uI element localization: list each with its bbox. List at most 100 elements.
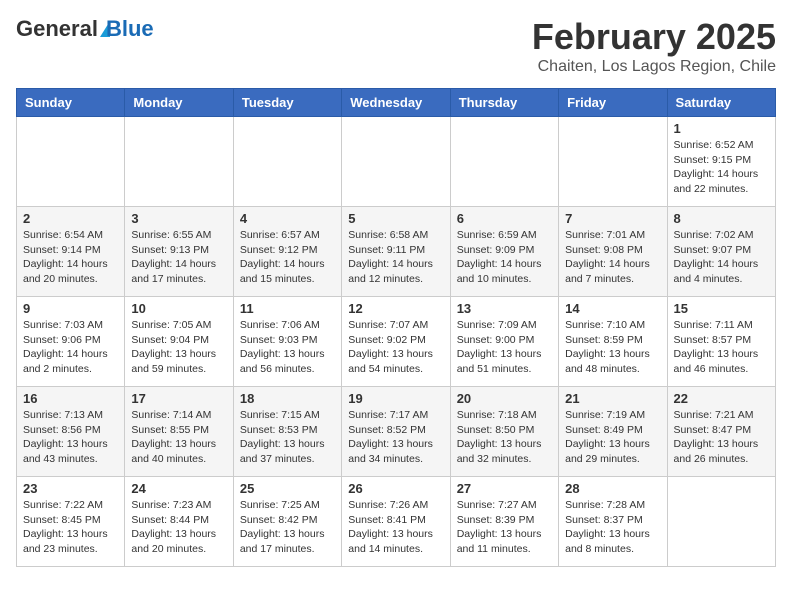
day-info: Sunrise: 7:11 AM Sunset: 8:57 PM Dayligh… — [674, 318, 769, 377]
calendar-cell: 20Sunrise: 7:18 AM Sunset: 8:50 PM Dayli… — [450, 387, 558, 477]
day-info: Sunrise: 7:02 AM Sunset: 9:07 PM Dayligh… — [674, 228, 769, 287]
day-info: Sunrise: 7:13 AM Sunset: 8:56 PM Dayligh… — [23, 408, 118, 467]
day-number: 2 — [23, 211, 118, 226]
day-number: 28 — [565, 481, 660, 496]
day-number: 10 — [131, 301, 226, 316]
calendar-week-row: 23 Sunrise: 7:22 AM Sunset: 8:45 PM Dayli… — [17, 477, 776, 567]
calendar-day-header: Friday — [559, 89, 667, 117]
day-info: Sunrise: 6:55 AM Sunset: 9:13 PM Dayligh… — [131, 228, 226, 287]
day-info: Sunrise: 7:26 AM Sunset: 8:41 PM Dayligh… — [348, 498, 443, 557]
calendar-cell — [559, 117, 667, 207]
calendar-day-header: Tuesday — [233, 89, 341, 117]
calendar-cell: 15 Sunrise: 7:11 AM Sunset: 8:57 PM Dayli… — [667, 297, 775, 387]
day-info: Sunrise: 7:01 AM Sunset: 9:08 PM Dayligh… — [565, 228, 660, 287]
logo: General Blue — [16, 16, 154, 42]
day-info: Sunrise: 7:07 AM Sunset: 9:02 PM Dayligh… — [348, 318, 443, 377]
day-number: 4 — [240, 211, 335, 226]
day-number: 23 — [23, 481, 118, 496]
day-info: Sunrise: 7:09 AM Sunset: 9:00 PM Dayligh… — [457, 318, 552, 377]
calendar-day-header: Thursday — [450, 89, 558, 117]
calendar-cell: 6 Sunrise: 6:59 AM Sunset: 9:09 PM Daylig… — [450, 207, 558, 297]
logo-general-text: General — [16, 16, 98, 42]
day-number: 17 — [131, 391, 226, 406]
day-number: 6 — [457, 211, 552, 226]
calendar-day-header: Saturday — [667, 89, 775, 117]
day-info: Sunrise: 7:06 AM Sunset: 9:03 PM Dayligh… — [240, 318, 335, 377]
calendar-cell: 10Sunrise: 7:05 AM Sunset: 9:04 PM Dayli… — [125, 297, 233, 387]
day-number: 11 — [240, 301, 335, 316]
calendar-header-row: SundayMondayTuesdayWednesdayThursdayFrid… — [17, 89, 776, 117]
day-info: Sunrise: 7:10 AM Sunset: 8:59 PM Dayligh… — [565, 318, 660, 377]
calendar-cell: 27 Sunrise: 7:27 AM Sunset: 8:39 PM Dayli… — [450, 477, 558, 567]
day-number: 18 — [240, 391, 335, 406]
calendar-cell: 17 Sunrise: 7:14 AM Sunset: 8:55 PM Dayli… — [125, 387, 233, 477]
calendar-cell: 18 Sunrise: 7:15 AM Sunset: 8:53 PM Dayli… — [233, 387, 341, 477]
calendar-cell: 21 Sunrise: 7:19 AM Sunset: 8:49 PM Dayli… — [559, 387, 667, 477]
calendar-cell — [125, 117, 233, 207]
calendar-cell: 14 Sunrise: 7:10 AM Sunset: 8:59 PM Dayli… — [559, 297, 667, 387]
calendar-cell: 2 Sunrise: 6:54 AM Sunset: 9:14 PM Daylig… — [17, 207, 125, 297]
calendar-cell: 1Sunrise: 6:52 AM Sunset: 9:15 PM Daylig… — [667, 117, 775, 207]
day-info: Sunrise: 7:28 AM Sunset: 8:37 PM Dayligh… — [565, 498, 660, 557]
calendar-cell: 19Sunrise: 7:17 AM Sunset: 8:52 PM Dayli… — [342, 387, 450, 477]
calendar-week-row: 9Sunrise: 7:03 AM Sunset: 9:06 PM Daylig… — [17, 297, 776, 387]
calendar-cell: 7 Sunrise: 7:01 AM Sunset: 9:08 PM Daylig… — [559, 207, 667, 297]
day-number: 9 — [23, 301, 118, 316]
calendar-cell: 25 Sunrise: 7:25 AM Sunset: 8:42 PM Dayli… — [233, 477, 341, 567]
day-number: 21 — [565, 391, 660, 406]
calendar-cell: 5Sunrise: 6:58 AM Sunset: 9:11 PM Daylig… — [342, 207, 450, 297]
calendar-cell: 11 Sunrise: 7:06 AM Sunset: 9:03 PM Dayli… — [233, 297, 341, 387]
day-number: 7 — [565, 211, 660, 226]
day-info: Sunrise: 6:58 AM Sunset: 9:11 PM Dayligh… — [348, 228, 443, 287]
day-number: 13 — [457, 301, 552, 316]
day-info: Sunrise: 6:52 AM Sunset: 9:15 PM Dayligh… — [674, 138, 769, 197]
day-number: 26 — [348, 481, 443, 496]
calendar-week-row: 16 Sunrise: 7:13 AM Sunset: 8:56 PM Dayli… — [17, 387, 776, 477]
day-info: Sunrise: 7:21 AM Sunset: 8:47 PM Dayligh… — [674, 408, 769, 467]
calendar-cell: 26 Sunrise: 7:26 AM Sunset: 8:41 PM Dayli… — [342, 477, 450, 567]
calendar-cell — [667, 477, 775, 567]
location: Chaiten, Los Lagos Region, Chile — [532, 58, 776, 76]
calendar-cell: 13 Sunrise: 7:09 AM Sunset: 9:00 PM Dayli… — [450, 297, 558, 387]
day-info: Sunrise: 7:22 AM Sunset: 8:45 PM Dayligh… — [23, 498, 118, 557]
day-number: 16 — [23, 391, 118, 406]
logo-blue-text: Blue — [106, 16, 154, 42]
page-header: General Blue February 2025 Chaiten, Los … — [16, 16, 776, 76]
day-info: Sunrise: 6:54 AM Sunset: 9:14 PM Dayligh… — [23, 228, 118, 287]
day-number: 20 — [457, 391, 552, 406]
day-number: 12 — [348, 301, 443, 316]
calendar-cell: 8 Sunrise: 7:02 AM Sunset: 9:07 PM Daylig… — [667, 207, 775, 297]
calendar-table: SundayMondayTuesdayWednesdayThursdayFrid… — [16, 88, 776, 567]
calendar-cell: 28 Sunrise: 7:28 AM Sunset: 8:37 PM Dayli… — [559, 477, 667, 567]
day-number: 14 — [565, 301, 660, 316]
calendar-week-row: 1Sunrise: 6:52 AM Sunset: 9:15 PM Daylig… — [17, 117, 776, 207]
day-info: Sunrise: 6:57 AM Sunset: 9:12 PM Dayligh… — [240, 228, 335, 287]
day-number: 27 — [457, 481, 552, 496]
month-title: February 2025 — [532, 16, 776, 58]
calendar-day-header: Sunday — [17, 89, 125, 117]
day-info: Sunrise: 7:15 AM Sunset: 8:53 PM Dayligh… — [240, 408, 335, 467]
day-number: 15 — [674, 301, 769, 316]
calendar-cell: 3Sunrise: 6:55 AM Sunset: 9:13 PM Daylig… — [125, 207, 233, 297]
calendar-cell — [17, 117, 125, 207]
calendar-cell: 23 Sunrise: 7:22 AM Sunset: 8:45 PM Dayli… — [17, 477, 125, 567]
calendar-cell: 22 Sunrise: 7:21 AM Sunset: 8:47 PM Dayli… — [667, 387, 775, 477]
day-number: 22 — [674, 391, 769, 406]
day-info: Sunrise: 7:25 AM Sunset: 8:42 PM Dayligh… — [240, 498, 335, 557]
calendar-day-header: Monday — [125, 89, 233, 117]
day-number: 8 — [674, 211, 769, 226]
calendar-cell: 12 Sunrise: 7:07 AM Sunset: 9:02 PM Dayli… — [342, 297, 450, 387]
day-info: Sunrise: 7:17 AM Sunset: 8:52 PM Dayligh… — [348, 408, 443, 467]
day-number: 25 — [240, 481, 335, 496]
calendar-cell: 4 Sunrise: 6:57 AM Sunset: 9:12 PM Daylig… — [233, 207, 341, 297]
day-info: Sunrise: 7:27 AM Sunset: 8:39 PM Dayligh… — [457, 498, 552, 557]
calendar-cell — [342, 117, 450, 207]
calendar-cell — [450, 117, 558, 207]
calendar-week-row: 2 Sunrise: 6:54 AM Sunset: 9:14 PM Daylig… — [17, 207, 776, 297]
day-info: Sunrise: 6:59 AM Sunset: 9:09 PM Dayligh… — [457, 228, 552, 287]
day-info: Sunrise: 7:14 AM Sunset: 8:55 PM Dayligh… — [131, 408, 226, 467]
day-info: Sunrise: 7:19 AM Sunset: 8:49 PM Dayligh… — [565, 408, 660, 467]
calendar-body: 1Sunrise: 6:52 AM Sunset: 9:15 PM Daylig… — [17, 117, 776, 567]
calendar-cell: 9Sunrise: 7:03 AM Sunset: 9:06 PM Daylig… — [17, 297, 125, 387]
calendar-day-header: Wednesday — [342, 89, 450, 117]
